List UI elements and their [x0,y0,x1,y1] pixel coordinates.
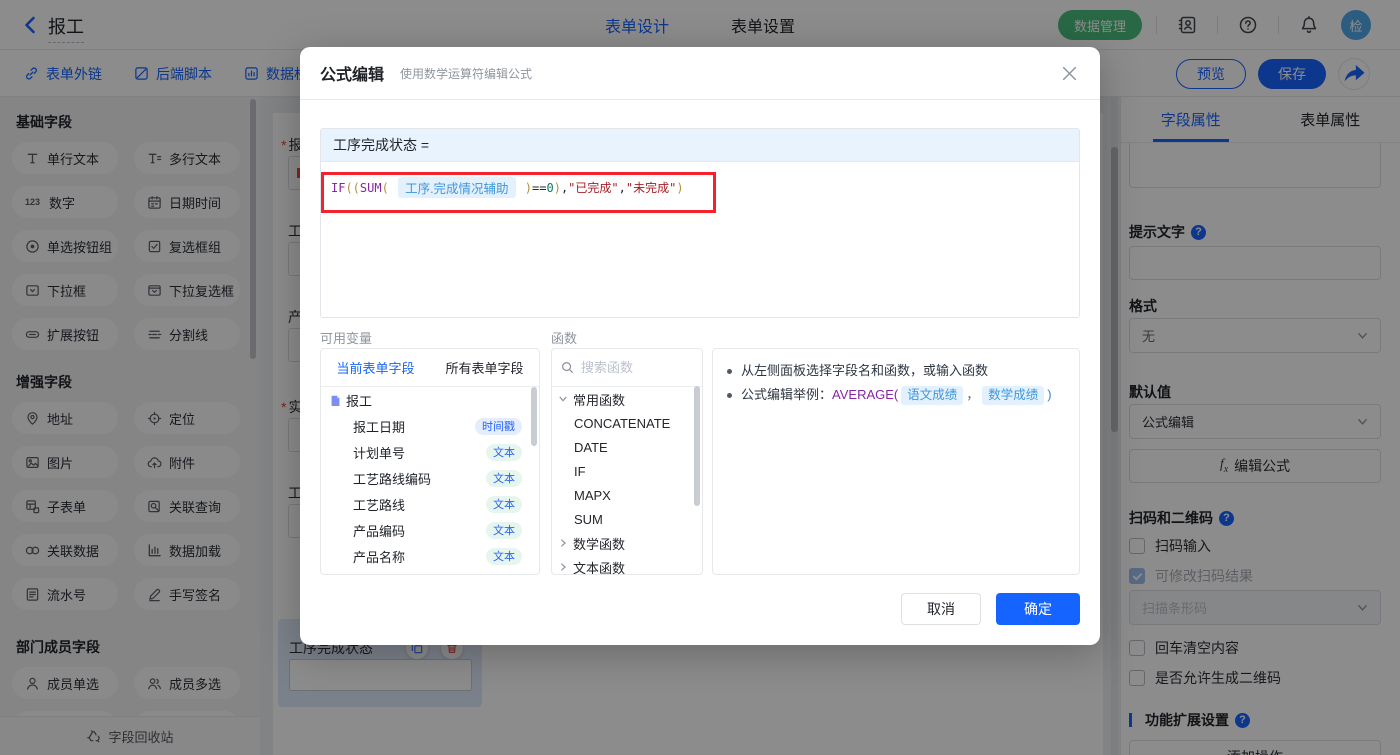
formula-expression: IF((SUM( 工序.完成情况辅助 ) == 0), "已完成", "未完成") [331,177,684,198]
function-item[interactable]: SUM [552,507,702,531]
search-icon [562,362,573,373]
type-badge: 时间戳 [475,417,522,435]
type-badge: 文本 [486,469,522,487]
field-token[interactable]: 工序.完成情况辅助 [398,177,516,198]
function-group-text[interactable]: 文本函数 [552,555,702,574]
tips-panel: 从左侧面板选择字段名和函数，或输入函数 公式编辑举例： AVERAGE( 语文成… [712,348,1080,575]
tab-all-form-fields[interactable]: 所有表单字段 [430,349,539,386]
variable-row[interactable]: 计划单号 文本 [321,439,539,465]
formula-code-area[interactable]: IF((SUM( 工序.完成情况辅助 ) == 0), "已完成", "未完成") [321,162,1079,317]
field-token: 语文成绩 [901,385,964,405]
variable-row[interactable]: 工艺路线编码 文本 [321,465,539,491]
field-token: 数学成绩 [982,385,1045,405]
type-badge: 文本 [486,443,522,461]
variables-scrollbar[interactable] [531,387,537,446]
formula-target: 工序完成状态 = [321,129,1079,162]
type-badge: 文本 [486,495,522,513]
type-badge: 文本 [486,521,522,539]
formula-editor: 工序完成状态 = IF((SUM( 工序.完成情况辅助 ) == 0), "已完成",… [320,128,1080,318]
function-search [552,349,702,387]
variable-row[interactable]: 报工日期 时间戳 [321,413,539,439]
variables-label: 可用变量 [320,331,373,346]
chevron-right-icon [561,563,567,571]
cancel-button[interactable]: 取消 [901,593,981,625]
variable-row[interactable]: 产品编码 文本 [321,517,539,543]
tip-example-line: 公式编辑举例： AVERAGE( 语文成绩 ， 数学成绩 ) [725,383,1067,407]
bullet-dot [727,369,732,374]
function-search-input[interactable] [581,360,693,375]
function-item[interactable]: DATE [552,435,702,459]
modal-title: 公式编辑 [320,67,385,84]
function-item[interactable]: CONCATENATE [552,411,702,435]
variables-panel: 当前表单字段 所有表单字段 报工 报工日期 时间戳 计划单号 文本 工艺路线编码… [320,348,540,575]
functions-scrollbar[interactable] [694,386,700,506]
confirm-button[interactable]: 确定 [996,593,1080,625]
chevron-down-icon [559,396,567,402]
type-badge: 文本 [486,547,522,565]
form-doc-icon [331,395,340,406]
function-item[interactable]: IF [552,459,702,483]
modal-subtitle: 使用数学运算符编辑公式 [400,66,533,81]
tip-line: 从左侧面板选择字段名和函数，或输入函数 [725,359,1067,383]
variable-root-row[interactable]: 报工 [321,387,539,413]
close-icon[interactable] [1061,65,1078,82]
modal-header: 公式编辑 使用数学运算符编辑公式 [300,47,1100,100]
modal-footer: 取消 确定 [901,593,1080,625]
functions-label: 函数 [551,331,578,346]
chevron-right-icon [561,539,567,547]
function-item[interactable]: MAPX [552,483,702,507]
variable-row[interactable]: 工艺路线 文本 [321,491,539,517]
function-group-math[interactable]: 数学函数 [552,531,702,555]
function-group-common[interactable]: 常用函数 [552,387,702,411]
variable-row[interactable]: 产品名称 文本 [321,543,539,569]
tab-current-form-fields[interactable]: 当前表单字段 [321,349,430,386]
formula-edit-modal: 公式编辑 使用数学运算符编辑公式 工序完成状态 = IF((SUM( 工序.完成… [300,47,1100,645]
bullet-dot [727,393,732,398]
functions-panel: 常用函数 CONCATENATE DATE IF MAPX SUM 数学函数 文… [551,348,703,575]
